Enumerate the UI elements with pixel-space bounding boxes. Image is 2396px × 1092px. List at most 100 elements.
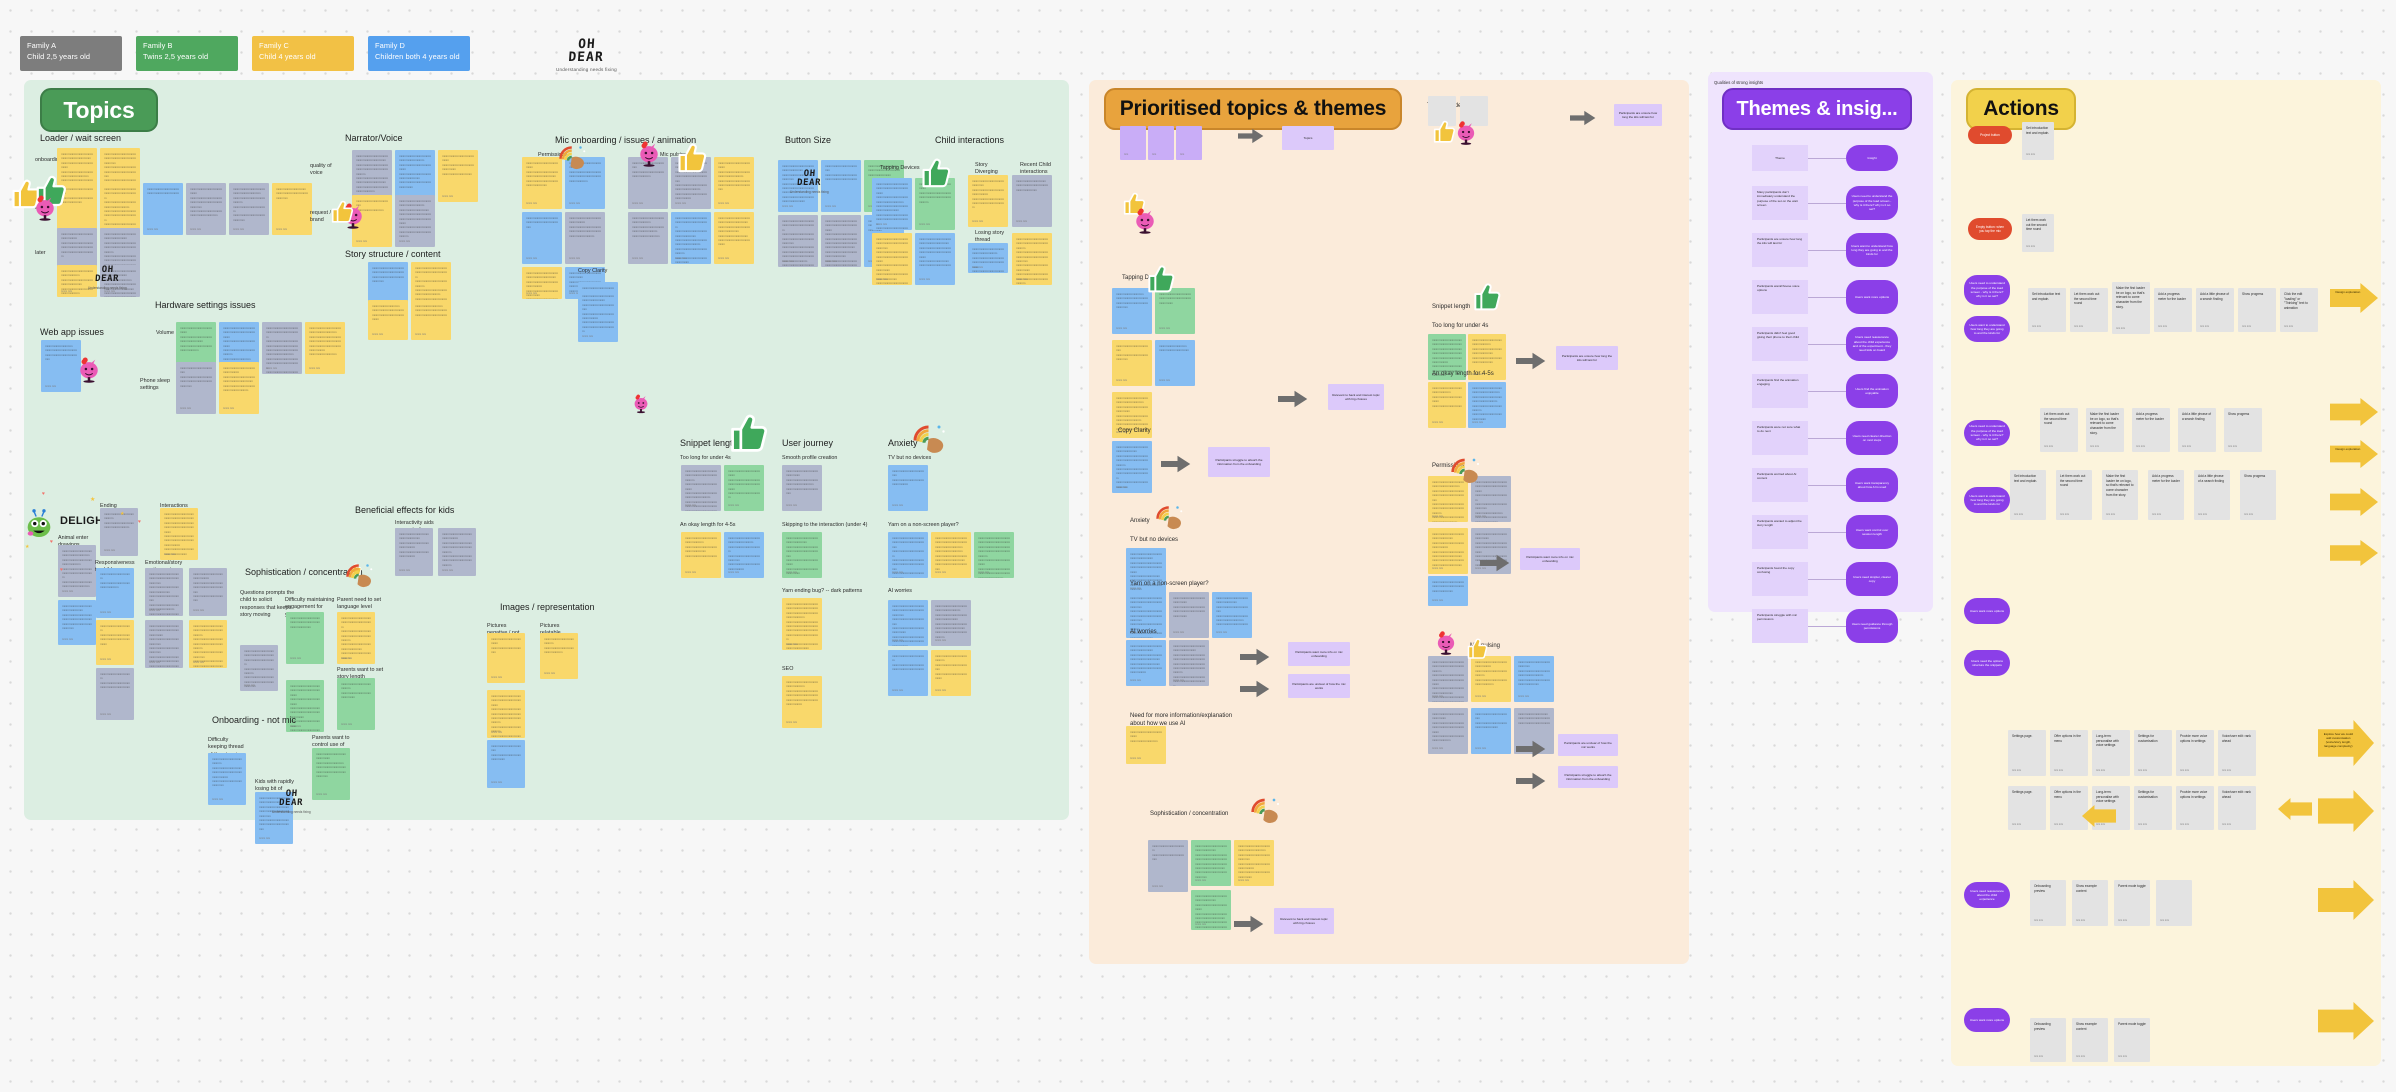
sticky-note[interactable]: mmmmmmmmmmmmmmmmmmmmmmmmmmmmmm mmmmmmmmm… — [189, 620, 227, 668]
panel-topics-title[interactable]: Topics — [40, 88, 158, 132]
sticky-note[interactable]: mmmmmmmmmmmmmmmmmmmmmmmmmmmm mmmmmmmmmmm… — [931, 532, 971, 578]
action-note[interactable]: Parent mode toggle mm mm — [2114, 1018, 2150, 1062]
sticky-note[interactable]: mmmmmmmmmmmmmmmmmmmmmmmmmm mmmmmmmmmmmmm… — [160, 508, 198, 560]
sticky-note[interactable]: mmmmmmmmmmmmmmmmmmmmmmmmmmm mmmmmmmmmmmm… — [337, 612, 375, 664]
sticky-note[interactable]: mmmmmmmmmmmm mmmmmmmmmmmmmmmmmmmmmmmmmmm… — [1112, 288, 1152, 334]
sticky-note[interactable]: mmmmmmmmmmmmmmmmm mmmmmmmmmmmmmmmmmmm mm… — [337, 678, 375, 730]
sticky-note[interactable]: mmmmmmmmmmmm mmmmmmmmmmmmmmmmmmmmmmmmmmm… — [411, 300, 451, 340]
sticky-note[interactable]: mmmmmmmmmmmmmmmmmmmmm mmmmmmmmmmmmmmmm m… — [1428, 382, 1466, 428]
theme-box[interactable]: Participants found the copy confusing — [1752, 562, 1808, 596]
sticky-note[interactable]: mmmmmmmmmmmmmmmmm mmmmmmmmmmmm mmm mm — [1126, 726, 1166, 764]
sticky-note[interactable]: mmmmmmmmmmmmmmmm mmmmmmmmmmmmmmmmmmm mmm… — [1112, 340, 1152, 386]
action-note[interactable]: Let them work out the second time round m… — [2056, 470, 2092, 520]
action-arrow-1[interactable] — [2330, 283, 2378, 313]
sticky-note[interactable]: mmmmmmmmmmmmmmmmmmmmmmmmmmmmmmm mmmmmmmm… — [145, 568, 183, 616]
action-note[interactable]: mm mm — [2156, 880, 2192, 926]
panel-actions-title[interactable]: Actions — [1966, 88, 2076, 130]
action-note[interactable]: Make the first loader be on logo, so tha… — [2112, 282, 2150, 334]
insight-pill[interactable]: Users need reassurance about the child e… — [1846, 327, 1898, 361]
action-note[interactable]: Show progress mm mm — [2238, 288, 2276, 332]
sticky-note[interactable]: mmmmmmmmmmmmmmmmmmmmmmmmm mmmmmmmmmmmmm … — [395, 195, 435, 247]
action-note[interactable]: Voice/user edit: rank ahead mm mm — [2218, 786, 2256, 830]
sticky-note[interactable]: mmmmmmmmmmmmmmmmmmmmmmm mmmmmmmmmmmmmmmm… — [1112, 441, 1152, 493]
sticky-note[interactable]: mmmmmmmmmmmmmmmmmmmmmmmmm mmmmmmmmmmmmmm… — [968, 243, 1008, 273]
theme-box[interactable]: Participants worried about AI content — [1752, 468, 1808, 502]
action-insight-pill-8[interactable]: Users want more options — [1964, 1008, 2010, 1032]
insight-card-duration[interactable]: Participants are unsure how long the kit… — [1614, 104, 1662, 126]
action-insight-pill-1[interactable]: Users need to understand the purpose of … — [1964, 275, 2010, 305]
sticky-note[interactable]: mmmmmmmmmmmmmmmmmmmmmmmmmmmmm mmmmmmmmmm… — [487, 690, 525, 738]
sticky-note[interactable]: mmmmmmmmmmmmmm mmmmmmmmmmmmmmmmmmmmmmmmm… — [96, 620, 134, 665]
sticky-note[interactable]: mmmmmmmmmmmmmmmmmmmmmmmmmm mmmmmmmmmmmmm… — [229, 183, 269, 235]
legend-item-1[interactable]: Family A Child 2,5 years old — [20, 36, 122, 71]
action-note[interactable]: Make the first loader be on logo, so tha… — [2086, 408, 2124, 452]
sticky-note[interactable]: mmmmmmmmmmmmmmmmmmmmmmmm mmmmmmmmmmmmmmm… — [1169, 640, 1209, 686]
action-note[interactable]: Onboarding preview mm mm — [2030, 880, 2066, 926]
sticky-note[interactable]: mmmmmmmmmmmmmmmmmmmmmmmm mmmmmmmmmmmmmmm… — [578, 290, 618, 342]
action-insight-pill-5[interactable]: Users want more options — [1964, 598, 2010, 624]
sticky-note[interactable]: mmmmmmmmmmmmmmmmmmmm mmmmmmmmmmmmmmmmmmm… — [782, 465, 822, 511]
sticky-note[interactable]: mmmmmmmmmmmmmmmmmmmmmmm mmmmmmmmmmmmmmmm… — [1191, 890, 1231, 930]
sticky-note[interactable]: mmmmmmmmmmmmmmmmmmmmm mmmmmmmmmmmmmmmmmm… — [1471, 656, 1511, 702]
action-insight-pill-4[interactable]: Users want to understand how long they a… — [1964, 487, 2010, 513]
sticky-note[interactable]: mmmmmmmmmmmmmmmmmmmmmmmmm mmmmmmmmmmmmmm… — [931, 600, 971, 646]
legend-item-4[interactable]: Family D Children both 4 years old — [368, 36, 470, 71]
sticky-note[interactable]: mmmmmmmmmmmmmmmmmmmmmmm mmmmmmmmmmmmmmmm… — [1191, 840, 1231, 886]
action-arrow-5[interactable] — [2330, 540, 2378, 566]
sticky-note[interactable]: mmmmmmmmmmmm mmmmmmmmmmmmm mmm mm — [1155, 340, 1195, 386]
action-arrow-3[interactable] — [2330, 440, 2378, 468]
action-note[interactable]: Voice/user edit: rank ahead mm mm — [2218, 730, 2256, 776]
action-arrow-left-2[interactable] — [2278, 798, 2312, 820]
sticky-note[interactable]: mmmmmmmmmmmmmmm mmmmmmmmmmmmmmmmmmmmmmmm… — [888, 650, 928, 696]
theme-box[interactable]: Participants were not sure what to do ne… — [1752, 421, 1808, 455]
sticky-note[interactable]: mmmmmmmmmmmmmmmmmmmmmmm mmmmmmmmmmmmmmmm… — [1428, 528, 1468, 574]
sticky-note[interactable]: mmmmmmmmmmmmmmmmmmmmmmmmmm mmmmmmmmmmmmm… — [305, 322, 345, 374]
sticky-note[interactable]: mm — [1148, 126, 1174, 160]
sticky-note[interactable]: mmmmmmmmmmmmmmmmmmmmmmmmmmmmmmmm mmmmmmm… — [1428, 656, 1468, 702]
sticky-note[interactable]: mmmmmmmmmmmmmmmmmmmmm mmmmmmmmmmmmmmmmmm… — [219, 362, 259, 414]
sticky-note[interactable]: mmmmmmmmmmmmmmmmmmmmmmmmmmmmmmmm mmmmmmm… — [681, 465, 721, 511]
action-note[interactable]: Onboarding preview mm mm — [2030, 1018, 2066, 1062]
insight-card-mic-pulsing[interactable]: Participants are unclear of how the mic … — [1558, 734, 1618, 756]
sticky-note[interactable]: mmmmmmmmmmmmmmmmmmmmmmm mmmmmmmmmmmmmmmm… — [782, 532, 822, 578]
insight-card-mic-pulsing-2[interactable]: Participants struggle to absorb the info… — [1558, 766, 1618, 788]
sticky-note[interactable]: mmmmmmmmmmmmmmmmmmmmmmmmm mmmmmmmmmmmmmm… — [58, 545, 96, 597]
action-arrow-9[interactable] — [2318, 1002, 2374, 1040]
action-insight-pill-3[interactable]: Users need to understand the purpose of … — [1964, 420, 2010, 446]
panel-prioritised-title[interactable]: Prioritised topics & themes — [1104, 88, 1402, 130]
sticky-note[interactable]: mmmmmmmmmmmmmmmmmmmmmmmmmmmmmmmmm mmmmmm… — [888, 600, 928, 646]
sticky-note[interactable]: mmmmmmmmmmmmmmmmm mmmmmmmmmmmmmmmmmmmmmm… — [186, 183, 226, 235]
sticky-note[interactable]: mmmmmmmmmmmmmmmmmmm mmmmmmmmmmmm mmmmmmm… — [312, 748, 350, 800]
sticky-note[interactable]: mmmmmmmmmmmmmmmmmmmmmmmmmmmmmmmm mmmmmmm… — [145, 620, 183, 668]
action-note[interactable]: Set introduction text and explain. mm mm — [2010, 470, 2046, 520]
insight-pill[interactable]: Users want transparency about how AI is … — [1846, 468, 1898, 502]
action-note[interactable]: Show progress mm mm — [2224, 408, 2262, 452]
sticky-note[interactable]: mmmmmmmmmmmmmmmmmmmmmmmmm mmmmmmmmmmmmmm… — [724, 532, 764, 578]
action-insight-pill-2[interactable]: Users want to understand how long they a… — [1964, 316, 2010, 342]
sticky-note[interactable]: mmmmmmmmmmmmmm mmmmmmmmmmmmmmmmmmmmm mmm… — [96, 568, 134, 618]
sticky-note[interactable]: mmmmmmmmmmmmmmmmmm mmmmmmmmmmmmmmmm mmmm… — [931, 650, 971, 696]
insight-pill[interactable]: Users need to understand the purpose of … — [1846, 186, 1898, 220]
insight-pill[interactable]: Users want to understand how long they a… — [1846, 233, 1898, 267]
sticky-note[interactable]: mmmmmmmmmmmmmmmm mmmmmmmmmmmmmmmmmmmmmmm… — [1471, 708, 1511, 754]
sticky-note[interactable]: mmmmmmmmmmmmmmmmmmmmmmmmmmmm mmmmmmmmmmm… — [782, 598, 822, 650]
sticky-note[interactable]: mmmmmmmmmmmmmmmmm mmmmmmmmmmmmmmmmmmmm m… — [438, 150, 478, 202]
action-arrow-7[interactable] — [2318, 790, 2374, 832]
sticky-note[interactable]: mm — [1176, 126, 1202, 160]
sticky-note[interactable]: mmmmmmmmmmmmmmmmmmmmm mmmmmmmmmmmmmm mmm… — [565, 212, 605, 264]
sticky-note[interactable]: mmmmmmmmmmmmmmmmmmm mmmmmmmmmmmmmmmmmmmm… — [1514, 656, 1554, 702]
insight-pill[interactable]: Users need simpler, clearer copy — [1846, 562, 1898, 596]
sticky-note[interactable]: mmmmmmmmmmmmmmmmm mmmmmmmmmmmmmmmmmmmmmm… — [208, 753, 246, 805]
sticky-note[interactable]: mmmmmmmmmmmm mmmmmmmmmmmmmmmmmmmmmmmmmmm… — [368, 300, 408, 340]
sticky-note[interactable]: mmmmmmmmmmmmmmmmmmmm mmmmmmmmmmmmmmmmmmm… — [189, 568, 227, 616]
sticky-note[interactable]: mmmmmmmmmmmmmmmmmmmm mmmmmmmmmmmmmmmmmmm… — [1428, 708, 1468, 754]
insight-pill[interactable]: Users need clearer direction on next ste… — [1846, 421, 1898, 455]
sticky-note[interactable]: mmmmmmmmmmmmmmmmmmmmmmmmmmm mmmmmmmmmmmm… — [714, 212, 754, 264]
theme-box[interactable]: Participants want/choose voice options — [1752, 280, 1808, 314]
sticky-note[interactable]: mmmmmmmmmmmmmmmm mmmmmmmmmmmmmmmmmmmmmmm… — [176, 362, 216, 414]
action-note[interactable]: Long-term: personalise with voice settin… — [2092, 730, 2130, 776]
action-note[interactable]: Add a little phrase of a search finding m… — [2178, 408, 2216, 452]
sticky-note[interactable]: mmmmmmmmmmmmmmmmmmmmmmmmmmmmmmm mmmmmmmm… — [821, 215, 861, 267]
action-insight-pill-6[interactable]: Users need the options structure the sni… — [1964, 650, 2010, 676]
sticky-note[interactable]: mmmmmmmmmmmmmm mmmmmmmmmmmmmm mmm mm — [143, 183, 183, 235]
